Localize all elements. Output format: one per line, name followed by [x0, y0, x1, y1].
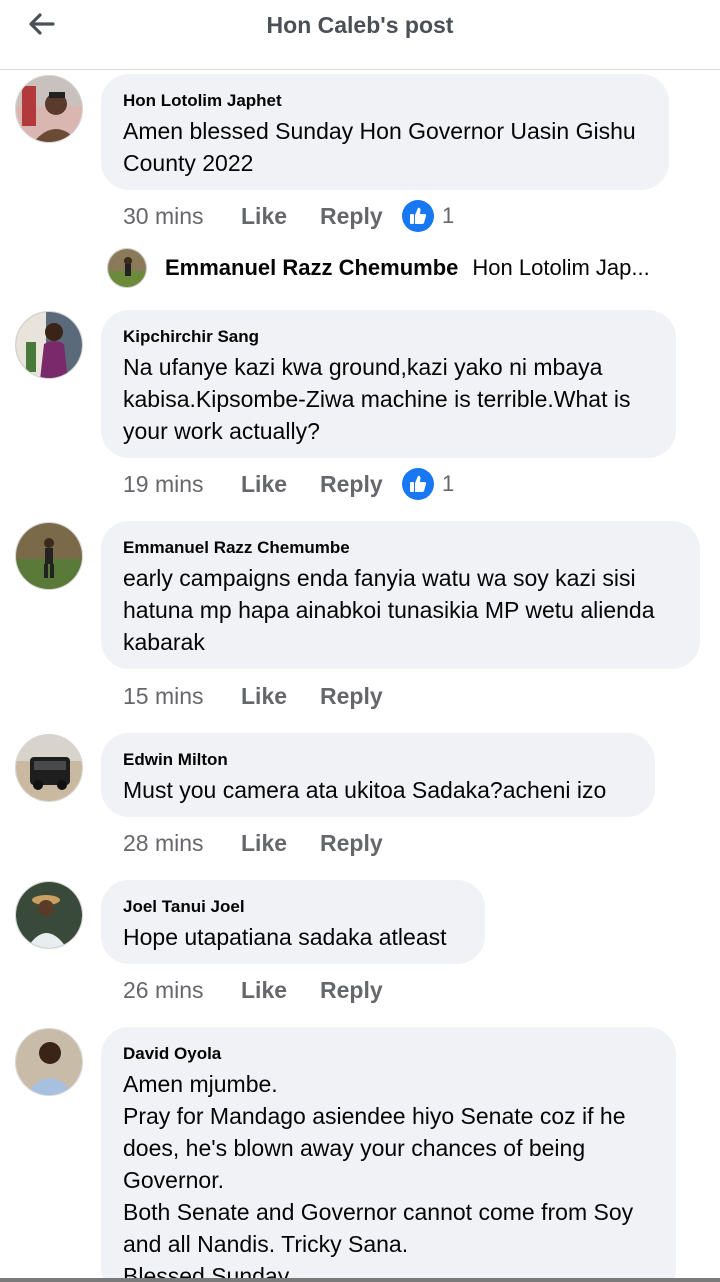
comment-author[interactable]: Kipchirchir Sang: [123, 327, 654, 347]
reply-preview[interactable]: Emmanuel Razz Chemumbe Hon Lotolim Jap..…: [107, 248, 707, 288]
comment-time[interactable]: 30 mins: [123, 203, 241, 230]
reaction-count: 1: [442, 471, 455, 496]
comment-time[interactable]: 15 mins: [123, 683, 241, 710]
thumbs-up-icon: [402, 200, 434, 232]
reaction-count: 1: [442, 203, 455, 228]
comment-bubble: David Oyola Amen mjumbe. Pray for Mandag…: [101, 1027, 676, 1282]
like-button[interactable]: Like: [241, 830, 320, 857]
comment-actions: 30 mins Like Reply 1: [123, 200, 454, 232]
comment-actions: 15 mins Like Reply: [123, 680, 402, 712]
reply-author: Emmanuel Razz Chemumbe: [165, 255, 459, 280]
comment-actions: 19 mins Like Reply 1: [123, 468, 454, 500]
avatar[interactable]: [15, 522, 83, 590]
avatar[interactable]: [15, 1028, 83, 1096]
like-button[interactable]: Like: [241, 683, 320, 710]
reply-snippet: Hon Lotolim Jap...: [472, 255, 650, 280]
thumbs-up-icon: [402, 468, 434, 500]
avatar[interactable]: [15, 311, 83, 379]
comment-text: Must you camera ata ukitoa Sadaka?acheni…: [123, 777, 607, 803]
reply-button[interactable]: Reply: [320, 977, 402, 1004]
reaction-summary[interactable]: 1: [402, 468, 454, 500]
comment-actions: 26 mins Like Reply: [123, 974, 402, 1006]
comment-bubble: Hon Lotolim Japhet Amen blessed Sunday H…: [101, 74, 669, 190]
comment-text: early campaigns enda fanyia watu wa soy …: [123, 565, 655, 655]
comment-time[interactable]: 28 mins: [123, 830, 241, 857]
like-button[interactable]: Like: [241, 471, 320, 498]
comment-author[interactable]: Emmanuel Razz Chemumbe: [123, 538, 678, 558]
comment-author[interactable]: David Oyola: [123, 1044, 654, 1064]
comment-bubble: Kipchirchir Sang Na ufanye kazi kwa grou…: [101, 310, 676, 458]
comment-bubble: Emmanuel Razz Chemumbe early campaigns e…: [101, 521, 700, 669]
avatar[interactable]: [15, 734, 83, 802]
reaction-summary[interactable]: 1: [402, 200, 454, 232]
comment-text: Hope utapatiana sadaka atleast: [123, 924, 447, 950]
comment-bubble: Joel Tanui Joel Hope utapatiana sadaka a…: [101, 880, 485, 964]
avatar[interactable]: [15, 75, 83, 143]
like-button[interactable]: Like: [241, 203, 320, 230]
comment-text: Amen mjumbe. Pray for Mandago asiendee h…: [123, 1071, 634, 1282]
comment-author[interactable]: Joel Tanui Joel: [123, 897, 463, 917]
comment-text: Amen blessed Sunday Hon Governor Uasin G…: [123, 118, 636, 176]
reply-button[interactable]: Reply: [320, 683, 402, 710]
comment-text: Na ufanye kazi kwa ground,kazi yako ni m…: [123, 354, 631, 444]
reply-button[interactable]: Reply: [320, 203, 402, 230]
comment-bubble: Edwin Milton Must you camera ata ukitoa …: [101, 733, 655, 817]
avatar[interactable]: [15, 881, 83, 949]
reply-button[interactable]: Reply: [320, 471, 402, 498]
comment-author[interactable]: Edwin Milton: [123, 750, 633, 770]
reply-button[interactable]: Reply: [320, 830, 402, 857]
comment-author[interactable]: Hon Lotolim Japhet: [123, 91, 647, 111]
bottom-divider: [0, 1278, 720, 1282]
page-title: Hon Caleb's post: [266, 12, 454, 38]
comment-time[interactable]: 19 mins: [123, 471, 241, 498]
comment-time[interactable]: 26 mins: [123, 977, 241, 1004]
reply-avatar: [107, 248, 147, 288]
like-button[interactable]: Like: [241, 977, 320, 1004]
top-bar: Hon Caleb's post: [0, 0, 720, 70]
comment-actions: 28 mins Like Reply: [123, 827, 402, 859]
